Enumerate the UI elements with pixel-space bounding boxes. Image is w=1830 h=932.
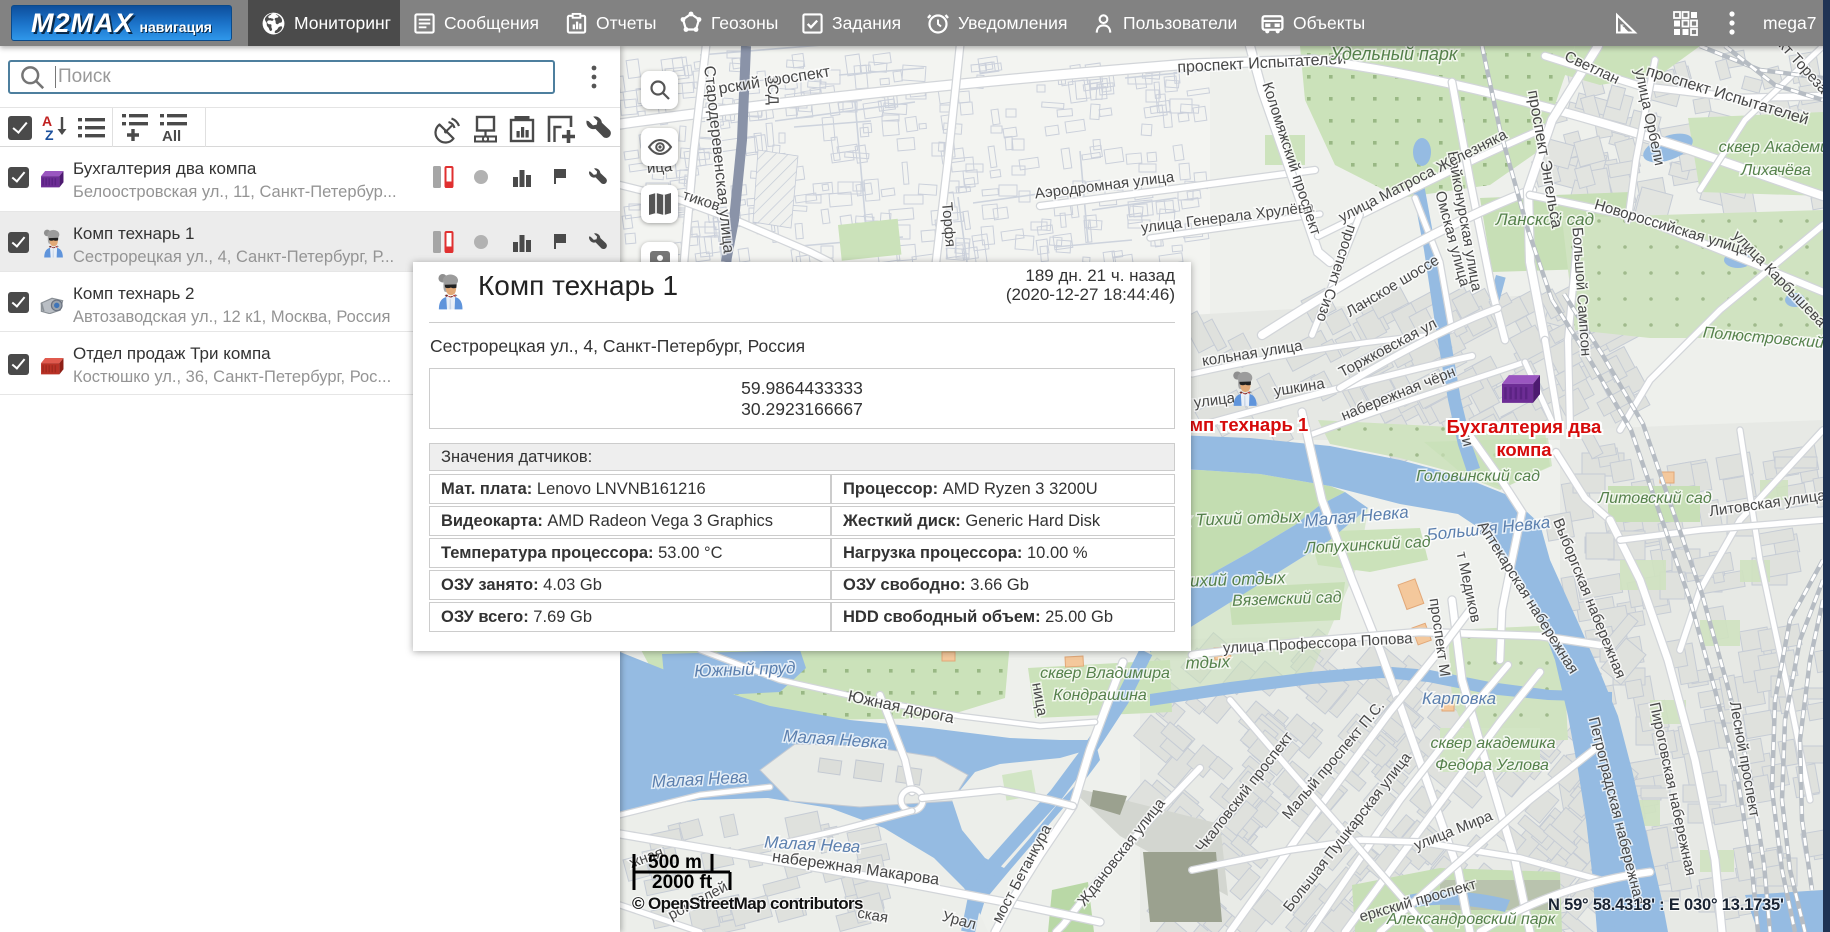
svg-text:сквер академика: сквер академика (1430, 735, 1555, 752)
svg-text:Литовский сад: Литовский сад (1597, 490, 1712, 507)
svg-text:All: All (162, 128, 181, 144)
svg-text:ЗСД: ЗСД (763, 75, 781, 105)
svg-text:Удельный парк: Удельный парк (1330, 46, 1459, 64)
svg-text:Южный пруд: Южный пруд (694, 658, 796, 681)
svg-text:Александровский парк: Александровский парк (1386, 911, 1557, 928)
svg-text:Лихачёва: Лихачёва (1740, 162, 1811, 179)
svg-text:сквер Владимира: сквер Владимира (1040, 665, 1170, 682)
svg-text:2000 ft: 2000 ft (652, 872, 713, 893)
svg-text:Головинский сад: Головинский сад (1416, 468, 1540, 485)
svg-text:Федора Углова: Федора Углова (1435, 757, 1549, 774)
svg-text:сквер Академика: сквер Академика (1719, 139, 1823, 156)
svg-text:Карповка: Карповка (1422, 689, 1496, 708)
svg-text:ихий отдых: ихий отдых (1190, 568, 1287, 590)
svg-text:Z: Z (45, 127, 54, 143)
svg-text:Кондрашина: Кондрашина (1053, 687, 1147, 704)
svg-text:500 m: 500 m (648, 852, 702, 873)
